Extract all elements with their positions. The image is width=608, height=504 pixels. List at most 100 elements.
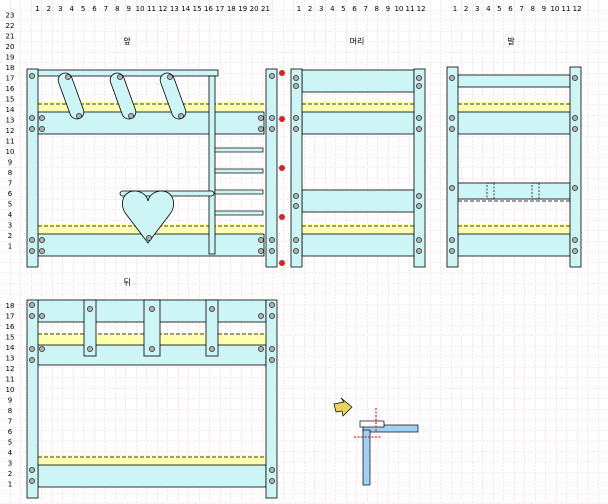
ladder-left-rail: [208, 75, 216, 255]
bolt-icon: [29, 467, 35, 473]
ruler-label: 11: [6, 138, 15, 146]
ruler-label: 3: [319, 5, 323, 13]
bolt-icon: [572, 115, 578, 121]
ruler-label: 1: [35, 5, 39, 13]
back-lower-frame: [37, 464, 267, 488]
bolt-icon: [449, 237, 455, 243]
front-title: 앞: [123, 36, 131, 46]
ruler-label: 2: [308, 5, 312, 13]
ruler-label: 20: [6, 43, 15, 51]
bolt-icon: [39, 237, 45, 243]
bolt-icon: [416, 237, 422, 243]
ruler-label: 14: [6, 344, 15, 352]
bolt-icon: [29, 302, 35, 308]
bolt-icon: [293, 126, 299, 132]
ruler-label: 2: [464, 5, 468, 13]
bolt-icon: [258, 313, 264, 319]
bolt-icon: [269, 73, 275, 79]
ruler-label: 4: [330, 5, 335, 13]
bracket-vertical: [362, 429, 371, 486]
bolt-icon: [572, 75, 578, 81]
bolt-icon: [269, 478, 275, 484]
foot-top-board: [457, 74, 571, 88]
ruler-label: 9: [126, 5, 130, 13]
ruler-label: 11: [562, 5, 571, 13]
ruler-label: 16: [204, 5, 213, 13]
bolt-icon: [29, 478, 35, 484]
ruler-label: 8: [374, 5, 378, 13]
bolt-icon: [167, 74, 173, 80]
ruler-label: 9: [8, 159, 12, 167]
bolt-icon: [178, 113, 184, 119]
ruler-label: 2: [47, 5, 51, 13]
foot-title: 발: [507, 36, 515, 46]
bolt-icon: [39, 126, 45, 132]
ruler-label: 14: [181, 5, 190, 13]
ruler-label: 8: [530, 5, 534, 13]
bolt-icon: [258, 346, 264, 352]
ruler-label: 10: [394, 5, 403, 13]
bolt-icon: [293, 115, 299, 121]
foot-lower-frame: [457, 233, 571, 257]
foot-upper-mattress: [458, 102, 570, 112]
ruler-label: 5: [497, 5, 501, 13]
ruler-label: 8: [8, 407, 12, 415]
ruler-label: 7: [363, 5, 367, 13]
ruler-label: 1: [8, 243, 12, 251]
ruler-label: 6: [92, 5, 97, 13]
bolt-icon: [293, 75, 299, 81]
ruler-label: 4: [8, 211, 13, 219]
head-top-board: [301, 69, 415, 93]
bolt-icon: [269, 237, 275, 243]
bolt-icon: [39, 346, 45, 352]
foot-upper-frame: [457, 111, 571, 135]
ruler-label: 14: [6, 106, 15, 114]
foot-lower-mattress: [458, 224, 570, 234]
ruler-label: 7: [104, 5, 108, 13]
head-upper-frame: [301, 111, 415, 135]
ruler-label: 15: [6, 96, 15, 104]
bolt-icon: [269, 313, 275, 319]
bolt-icon: [39, 115, 45, 121]
bolt-icon: [29, 126, 35, 132]
ruler-label: 21: [261, 5, 270, 13]
ruler-label: 1: [297, 5, 301, 13]
bolt-icon: [572, 248, 578, 254]
bolt-icon: [76, 113, 82, 119]
bolt-icon: [146, 235, 152, 241]
ruler-label: 10: [6, 386, 15, 394]
bolt-icon: [209, 306, 215, 312]
ruler-label: 12: [6, 127, 15, 135]
ruler-label: 22: [6, 22, 15, 30]
head-middle-board: [301, 189, 415, 213]
bolt-icon: [269, 467, 275, 473]
ruler-label: 1: [8, 481, 12, 489]
bolt-icon: [209, 346, 215, 352]
ruler-label: 3: [475, 5, 479, 13]
bolt-icon: [269, 126, 275, 132]
ruler-label: 13: [6, 117, 15, 125]
bolt-icon: [258, 248, 264, 254]
ruler-label: 16: [6, 85, 15, 93]
bolt-icon: [293, 193, 299, 199]
front-x-ruler: 1 2 3 4 5 6 7 8 9 10 11 12 13 14 15 16 17 18 19 20 21: [35, 5, 270, 13]
bolt-icon: [269, 302, 275, 308]
ruler-label: 5: [8, 439, 12, 447]
ruler-label: 20: [250, 5, 259, 13]
bolt-icon: [258, 237, 264, 243]
bunk-bed-diagram: 1 2 3 4 5 6 7 8 9 10 11 12 13 14 15 16 17 18 19 20 21 232221…: [0, 0, 608, 504]
bolt-icon: [416, 203, 422, 209]
head-upper-mattress: [302, 102, 414, 112]
ruler-label: 3: [58, 5, 62, 13]
ruler-label: 12: [573, 5, 582, 13]
ruler-label: 19: [6, 54, 15, 62]
ruler-label: 13: [170, 5, 179, 13]
ruler-label: 21: [6, 33, 15, 41]
ruler-label: 11: [6, 376, 15, 384]
ruler-label: 6: [8, 190, 13, 198]
ruler-label: 2: [8, 232, 12, 240]
ruler-label: 11: [147, 5, 156, 13]
ruler-label: 7: [8, 418, 12, 426]
bolt-icon: [572, 237, 578, 243]
bolt-icon: [269, 346, 275, 352]
